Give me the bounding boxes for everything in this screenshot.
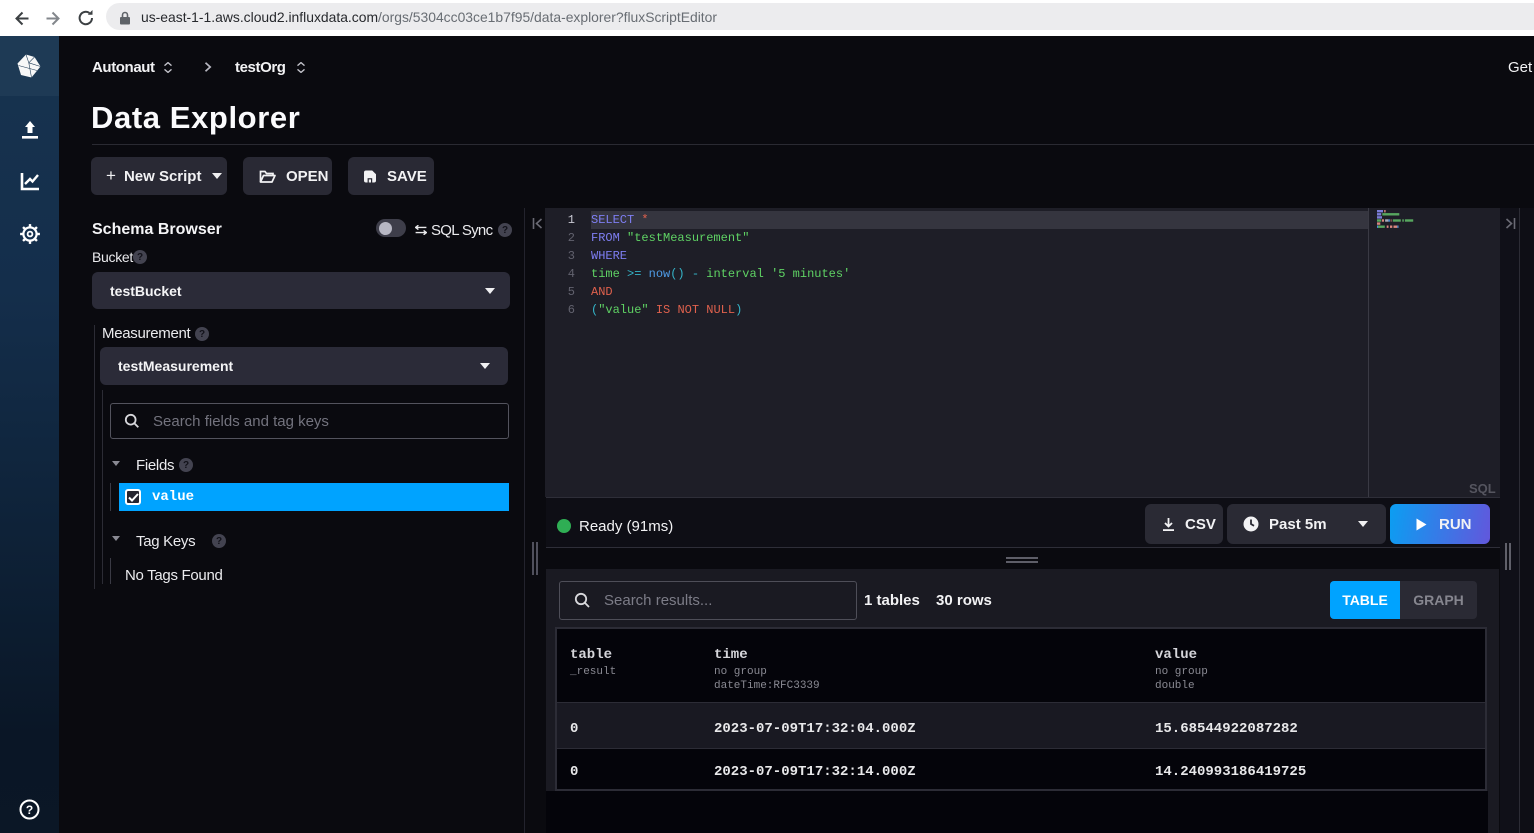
svg-text:?: ? (26, 803, 33, 817)
